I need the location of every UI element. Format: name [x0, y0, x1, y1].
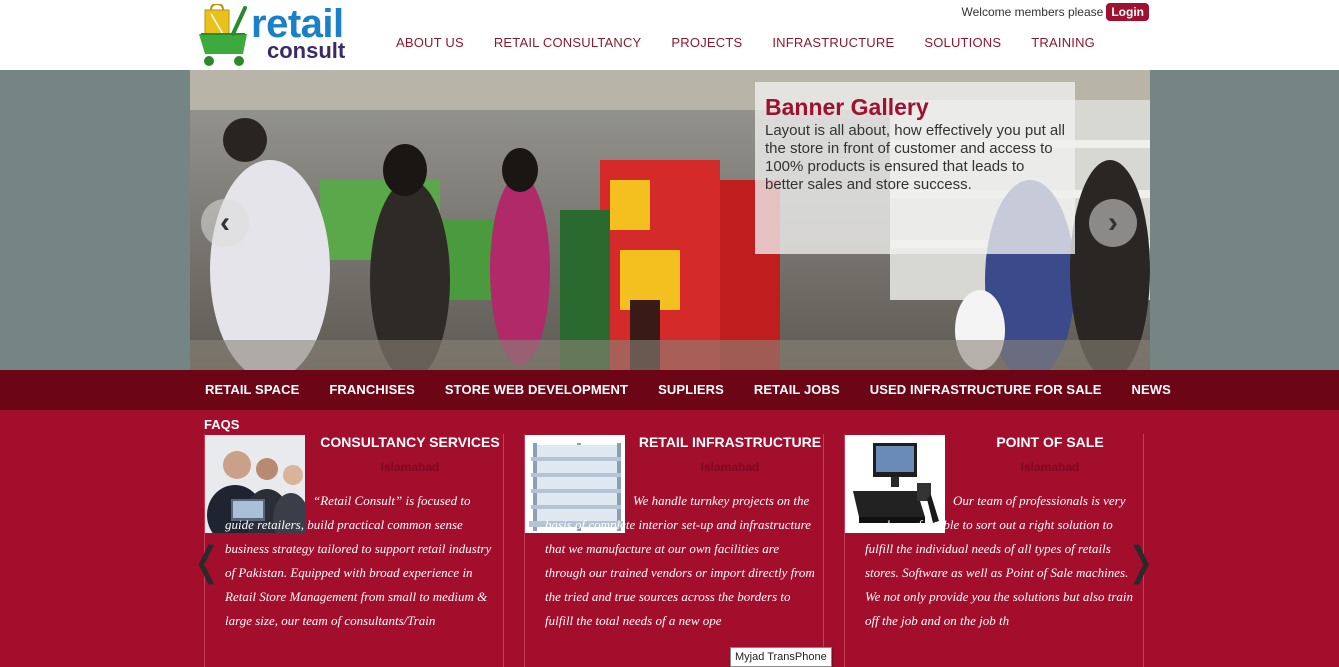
card-location: Islamabad — [380, 460, 440, 474]
card-title: CONSULTANCY SERVICES — [320, 434, 500, 450]
carousel-prev-chevron-icon[interactable]: ❬ — [190, 542, 224, 582]
card-location: Islamabad — [700, 460, 760, 474]
subnav-store-web-development[interactable]: STORE WEB DEVELOPMENT — [430, 382, 643, 398]
chevron-left-icon: ‹ — [220, 206, 230, 239]
banner-prev-button[interactable]: ‹ — [201, 199, 249, 247]
nav-about-us[interactable]: ABOUT US — [381, 35, 479, 51]
chevron-right-icon: › — [1108, 206, 1118, 239]
welcome-text: Welcome members please — [961, 5, 1104, 19]
subnav-news[interactable]: NEWS — [1117, 382, 1186, 398]
shopping-cart-icon — [193, 4, 247, 66]
card-title: POINT OF SALE — [996, 434, 1104, 450]
secondary-navigation: RETAIL SPACE FRANCHISES STORE WEB DEVELO… — [0, 370, 1339, 410]
top-navigation: ABOUT US RETAIL CONSULTANCY PROJECTS INF… — [381, 35, 1110, 51]
services-section: FAQS CONSULTANCY SERVICES Islamabad “Ret… — [0, 410, 1339, 667]
card-description: We handle turnkey projects on the basis … — [545, 493, 815, 628]
site-logo[interactable]: retail consult — [191, 4, 351, 68]
browser-tooltip: Myjad TransPhone — [730, 647, 832, 667]
banner-description: Layout is all about, how effectively you… — [765, 122, 1065, 193]
card-description: “Retail Consult” is focused to guide ret… — [225, 493, 492, 628]
subnav-used-infrastructure[interactable]: USED INFRASTRUCTURE FOR SALE — [855, 382, 1117, 398]
banner-slider: Banner Gallery Layout is all about, how … — [190, 70, 1150, 370]
subnav-faqs[interactable]: FAQS — [204, 417, 239, 433]
nav-retail-consultancy[interactable]: RETAIL CONSULTANCY — [479, 35, 657, 51]
carousel-next-chevron-icon[interactable]: ❭ — [1124, 542, 1158, 582]
service-card-point-of-sale[interactable]: POINT OF SALE Islamabad Our team of prof… — [844, 434, 1144, 667]
logo-wordmark-consult: consult — [267, 38, 346, 63]
card-location: Islamabad — [1020, 460, 1080, 474]
nav-infrastructure[interactable]: INFRASTRUCTURE — [757, 35, 909, 51]
nav-training[interactable]: TRAINING — [1016, 35, 1110, 51]
banner-title: Banner Gallery — [765, 94, 929, 120]
subnav-retail-jobs[interactable]: RETAIL JOBS — [739, 382, 855, 398]
banner-caption: Banner Gallery Layout is all about, how … — [755, 82, 1075, 254]
banner-next-button[interactable]: › — [1089, 199, 1137, 247]
service-card-infrastructure[interactable]: RETAIL INFRASTRUCTURE Islamabad We handl… — [524, 434, 824, 667]
card-description: Our team of professionals is very much c… — [865, 493, 1134, 628]
member-login-area: Welcome members please Login — [961, 3, 1149, 21]
service-card-consultancy[interactable]: CONSULTANCY SERVICES Islamabad “Retail C… — [204, 434, 504, 667]
site-header: retail consult Welcome members please Lo… — [0, 0, 1339, 70]
login-button[interactable]: Login — [1106, 3, 1149, 21]
card-title: RETAIL INFRASTRUCTURE — [638, 434, 822, 450]
subnav-retail-space[interactable]: RETAIL SPACE — [190, 382, 314, 398]
nav-projects[interactable]: PROJECTS — [656, 35, 757, 51]
subnav-franchises[interactable]: FRANCHISES — [314, 382, 430, 398]
subnav-supliers[interactable]: SUPLIERS — [643, 382, 739, 398]
nav-solutions[interactable]: SOLUTIONS — [909, 35, 1016, 51]
